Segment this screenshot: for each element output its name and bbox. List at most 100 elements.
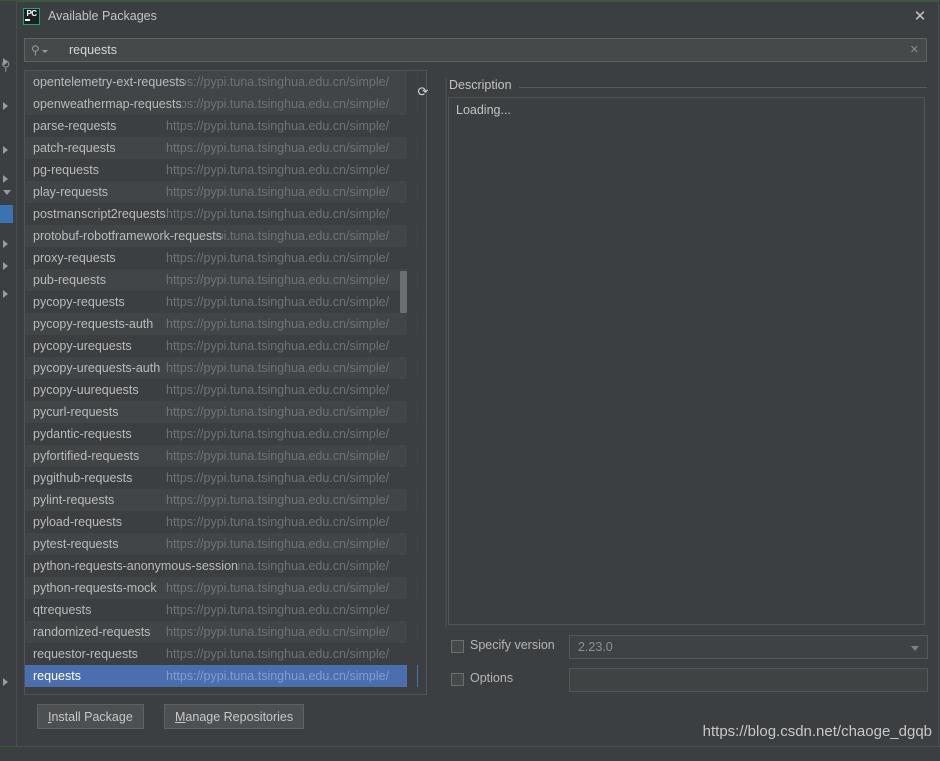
pycharm-icon: PC [23, 8, 40, 25]
package-list-item[interactable]: https://pypi.tuna.tsinghua.edu.cn/simple… [25, 599, 418, 621]
package-list-item[interactable]: https://pypi.tuna.tsinghua.edu.cn/simple… [25, 533, 418, 555]
project-tree-selected-row[interactable] [0, 205, 13, 223]
package-list-scrollbar[interactable] [400, 71, 417, 694]
manage-mnemonic: M [175, 710, 186, 724]
manage-label-rest: anage Repositories [185, 710, 294, 724]
package-name: patch-requests [33, 141, 116, 155]
package-list-item[interactable]: https://pypi.tuna.tsinghua.edu.cn/simple… [25, 93, 418, 115]
package-list-item[interactable]: https://pypi.tuna.tsinghua.edu.cn/simple… [25, 511, 418, 533]
package-list-item[interactable]: https://pypi.tuna.tsinghua.edu.cn/simple… [25, 577, 418, 599]
clear-search-icon[interactable]: ✕ [910, 43, 919, 56]
package-repository-url: https://pypi.tuna.tsinghua.edu.cn/simple… [166, 603, 390, 617]
options-input[interactable] [569, 668, 928, 692]
project-tree-strip[interactable]: ⚲ [0, 0, 17, 761]
package-repository-url: https://pypi.tuna.tsinghua.edu.cn/simple… [166, 75, 390, 89]
package-list-item[interactable]: https://pypi.tuna.tsinghua.edu.cn/simple… [25, 71, 418, 93]
available-packages-list[interactable]: https://pypi.tuna.tsinghua.edu.cn/simple… [24, 70, 427, 695]
package-repository-url: https://pypi.tuna.tsinghua.edu.cn/simple… [166, 537, 390, 551]
package-list-item[interactable]: https://pypi.tuna.tsinghua.edu.cn/simple… [25, 643, 418, 665]
tree-collapse-arrow-icon[interactable] [3, 190, 11, 195]
package-repository-url: https://pypi.tuna.tsinghua.edu.cn/simple… [166, 185, 390, 199]
package-name: proxy-requests [33, 251, 116, 265]
install-package-button[interactable]: Install Package [37, 704, 144, 729]
package-name: postmanscript2requests [33, 203, 166, 225]
package-list-item[interactable]: https://pypi.tuna.tsinghua.edu.cn/simple… [25, 467, 418, 489]
package-name: pycurl-requests [33, 405, 119, 419]
options-label: Options [470, 671, 514, 685]
package-name: play-requests [33, 185, 109, 199]
search-input[interactable] [67, 42, 891, 58]
package-list-item[interactable]: https://pypi.tuna.tsinghua.edu.cn/simple… [25, 357, 418, 379]
package-name: pydantic-requests [33, 427, 132, 441]
package-name: python-requests-anonymous-session [33, 555, 238, 577]
package-list-item[interactable]: https://pypi.tuna.tsinghua.edu.cn/simple… [25, 225, 418, 247]
close-icon[interactable]: ✕ [909, 6, 931, 28]
package-list-item[interactable]: https://pypi.tuna.tsinghua.edu.cn/simple… [25, 379, 418, 401]
package-repository-url: https://pypi.tuna.tsinghua.edu.cn/simple… [166, 295, 390, 309]
description-label: Description [449, 78, 516, 92]
package-name: pg-requests [33, 163, 100, 177]
package-list-item[interactable]: https://pypi.tuna.tsinghua.edu.cn/simple… [25, 159, 418, 181]
package-list-item[interactable]: https://pypi.tuna.tsinghua.edu.cn/simple… [25, 621, 418, 643]
package-repository-url: https://pypi.tuna.tsinghua.edu.cn/simple… [166, 669, 390, 683]
package-name: pyfortified-requests [33, 449, 140, 463]
package-list-item[interactable]: https://pypi.tuna.tsinghua.edu.cn/simple… [25, 555, 418, 577]
tree-expand-arrow-icon[interactable] [3, 146, 8, 154]
specify-version-checkbox[interactable] [451, 640, 464, 653]
package-list-item[interactable]: https://pypi.tuna.tsinghua.edu.cn/simple… [25, 203, 418, 225]
package-name: pygithub-requests [33, 471, 133, 485]
scrollbar-thumb[interactable] [400, 271, 407, 313]
description-rail [445, 78, 447, 628]
reload-packages-icon[interactable]: ⟳ [413, 82, 433, 102]
package-name: qtrequests [33, 603, 92, 617]
package-list-item[interactable]: https://pypi.tuna.tsinghua.edu.cn/simple… [25, 115, 418, 137]
package-repository-url: https://pypi.tuna.tsinghua.edu.cn/simple… [166, 339, 390, 353]
search-options-chevron-down-icon[interactable] [42, 50, 48, 53]
package-repository-url: https://pypi.tuna.tsinghua.edu.cn/simple… [166, 625, 390, 639]
package-name: python-requests-mock [33, 577, 157, 599]
package-repository-url: https://pypi.tuna.tsinghua.edu.cn/simple… [166, 97, 390, 111]
package-list-item[interactable]: https://pypi.tuna.tsinghua.edu.cn/simple… [25, 181, 418, 203]
version-dropdown[interactable]: 2.23.0 [569, 635, 928, 659]
package-repository-url: https://pypi.tuna.tsinghua.edu.cn/simple… [166, 471, 390, 485]
search-icon[interactable]: ⚲ [31, 43, 40, 57]
package-list-item[interactable]: https://pypi.tuna.tsinghua.edu.cn/simple… [25, 313, 418, 335]
tree-expand-arrow-icon[interactable] [3, 175, 8, 183]
description-panel: Loading... [448, 97, 925, 625]
options-row: Options [448, 668, 928, 692]
manage-repositories-button[interactable]: Manage Repositories [164, 704, 305, 729]
tree-expand-arrow-icon[interactable] [3, 262, 8, 270]
package-list-item[interactable]: https://pypi.tuna.tsinghua.edu.cn/simple… [25, 489, 418, 511]
package-list-item[interactable]: https://pypi.tuna.tsinghua.edu.cn/simple… [25, 335, 418, 357]
tree-expand-arrow-icon[interactable] [3, 58, 8, 66]
tree-expand-arrow-icon[interactable] [3, 102, 8, 110]
package-list-item[interactable]: https://pypi.tuna.tsinghua.edu.cn/simple… [25, 137, 418, 159]
package-list-item[interactable]: https://pypi.tuna.tsinghua.edu.cn/simple… [25, 291, 418, 313]
package-list-item[interactable]: https://pypi.tuna.tsinghua.edu.cn/simple… [25, 665, 418, 687]
package-name: randomized-requests [33, 625, 151, 639]
package-list-item[interactable]: https://pypi.tuna.tsinghua.edu.cn/simple… [25, 247, 418, 269]
tree-expand-arrow-icon[interactable] [3, 240, 8, 248]
package-name: pycopy-urequests [33, 339, 132, 353]
package-list-item[interactable]: https://pypi.tuna.tsinghua.edu.cn/simple… [25, 423, 418, 445]
available-packages-dialog: PC Available Packages ✕ ⚲ ✕ https://pypi… [16, 1, 939, 747]
package-list-item[interactable]: https://pypi.tuna.tsinghua.edu.cn/simple… [25, 269, 418, 291]
package-list-item[interactable]: https://pypi.tuna.tsinghua.edu.cn/simple… [25, 445, 418, 467]
package-repository-url: https://pypi.tuna.tsinghua.edu.cn/simple… [166, 581, 390, 595]
chevron-down-icon[interactable] [911, 646, 919, 651]
package-repository-url: https://pypi.tuna.tsinghua.edu.cn/simple… [166, 427, 390, 441]
package-list-item[interactable]: https://pypi.tuna.tsinghua.edu.cn/simple… [25, 401, 418, 423]
package-repository-url: https://pypi.tuna.tsinghua.edu.cn/simple… [166, 163, 390, 177]
package-repository-url: https://pypi.tuna.tsinghua.edu.cn/simple… [166, 405, 390, 419]
package-name: openweathermap-requests [33, 93, 182, 115]
package-repository-url: https://pypi.tuna.tsinghua.edu.cn/simple… [166, 251, 390, 265]
package-name: pylint-requests [33, 493, 115, 507]
package-list-viewport[interactable]: https://pypi.tuna.tsinghua.edu.cn/simple… [25, 71, 418, 694]
package-name: opentelemetry-ext-requests [33, 71, 186, 93]
package-name: requestor-requests [33, 647, 138, 661]
package-repository-url: https://pypi.tuna.tsinghua.edu.cn/simple… [166, 449, 390, 463]
options-checkbox[interactable] [451, 673, 464, 686]
tree-expand-arrow-icon[interactable] [3, 290, 8, 298]
tree-expand-arrow-icon[interactable] [3, 678, 8, 686]
search-field[interactable]: ⚲ ✕ [24, 38, 927, 62]
